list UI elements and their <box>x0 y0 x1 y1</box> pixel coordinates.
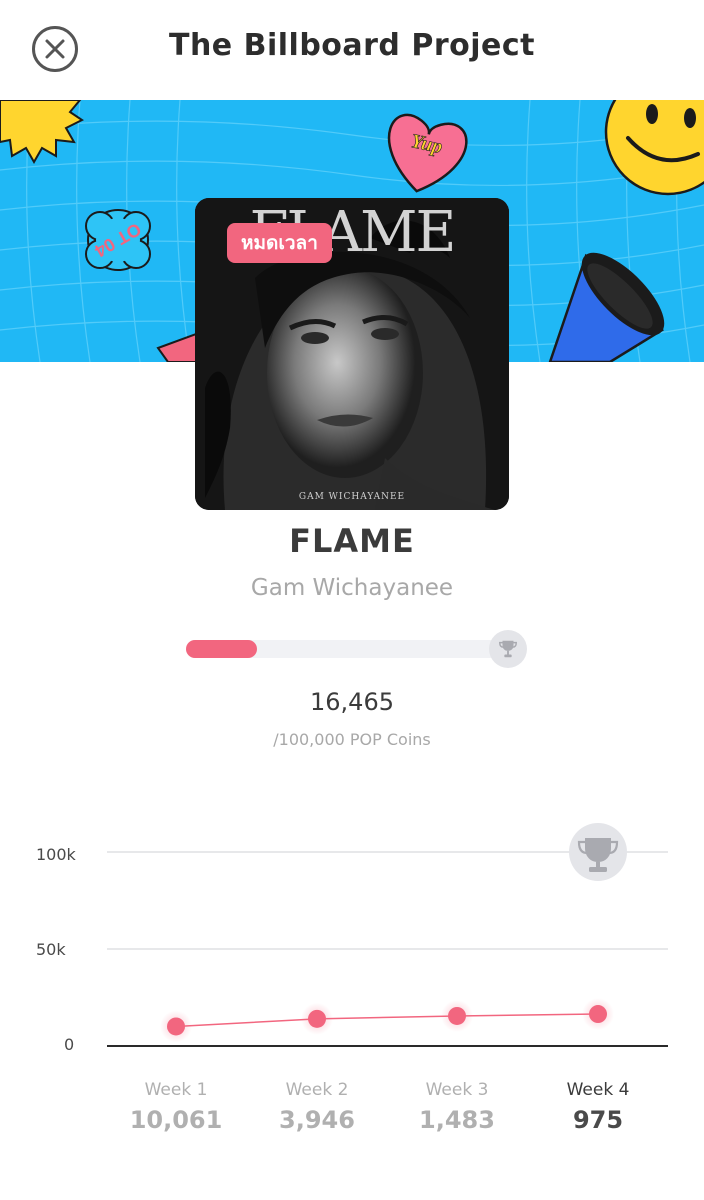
week-value: 975 <box>572 1106 624 1134</box>
week-label: Week 2 <box>285 1080 349 1100</box>
coins-current: 16,465 <box>310 688 394 716</box>
chart-trophy-icon <box>569 823 627 881</box>
progress-fill <box>186 640 257 658</box>
week-label: Week 1 <box>144 1080 208 1100</box>
progress-trophy <box>489 630 527 668</box>
header: The Billboard Project <box>0 0 704 100</box>
series-line <box>175 1013 599 1028</box>
week-label: Week 4 <box>566 1080 630 1100</box>
heart-sticker-icon: Yup <box>387 113 468 193</box>
coins-goal: /100,000 POP Coins <box>273 730 431 749</box>
smiley-icon <box>604 100 704 196</box>
trophy-icon <box>499 640 517 658</box>
data-point <box>589 1005 607 1024</box>
chart-plot <box>107 823 668 1047</box>
song-title: FLAME <box>289 522 415 560</box>
data-point <box>448 1006 466 1025</box>
status-badge: หมดเวลา <box>227 223 332 263</box>
song-artist: Gam Wichayanee <box>250 575 454 601</box>
weekly-chart: 100k 50k 0 Week 1 10,061 Week 2 3,946 Week 3… <box>0 820 704 1160</box>
page-title: The Billboard Project <box>168 28 536 63</box>
album-cover: FLAME GAM WICHAYANEE หมดเวลา <box>195 198 509 510</box>
week-value: 1,483 <box>419 1106 495 1134</box>
sun-burst-icon <box>0 100 84 165</box>
data-point <box>167 1017 185 1036</box>
week-label: Week 3 <box>425 1080 489 1100</box>
flower-sticker-icon: OT 04 <box>85 209 151 271</box>
week-value: 10,061 <box>129 1106 223 1134</box>
data-point <box>308 1009 326 1028</box>
cover-artist-text: GAM WICHAYANEE <box>298 492 406 502</box>
week-value: 3,946 <box>279 1106 355 1134</box>
